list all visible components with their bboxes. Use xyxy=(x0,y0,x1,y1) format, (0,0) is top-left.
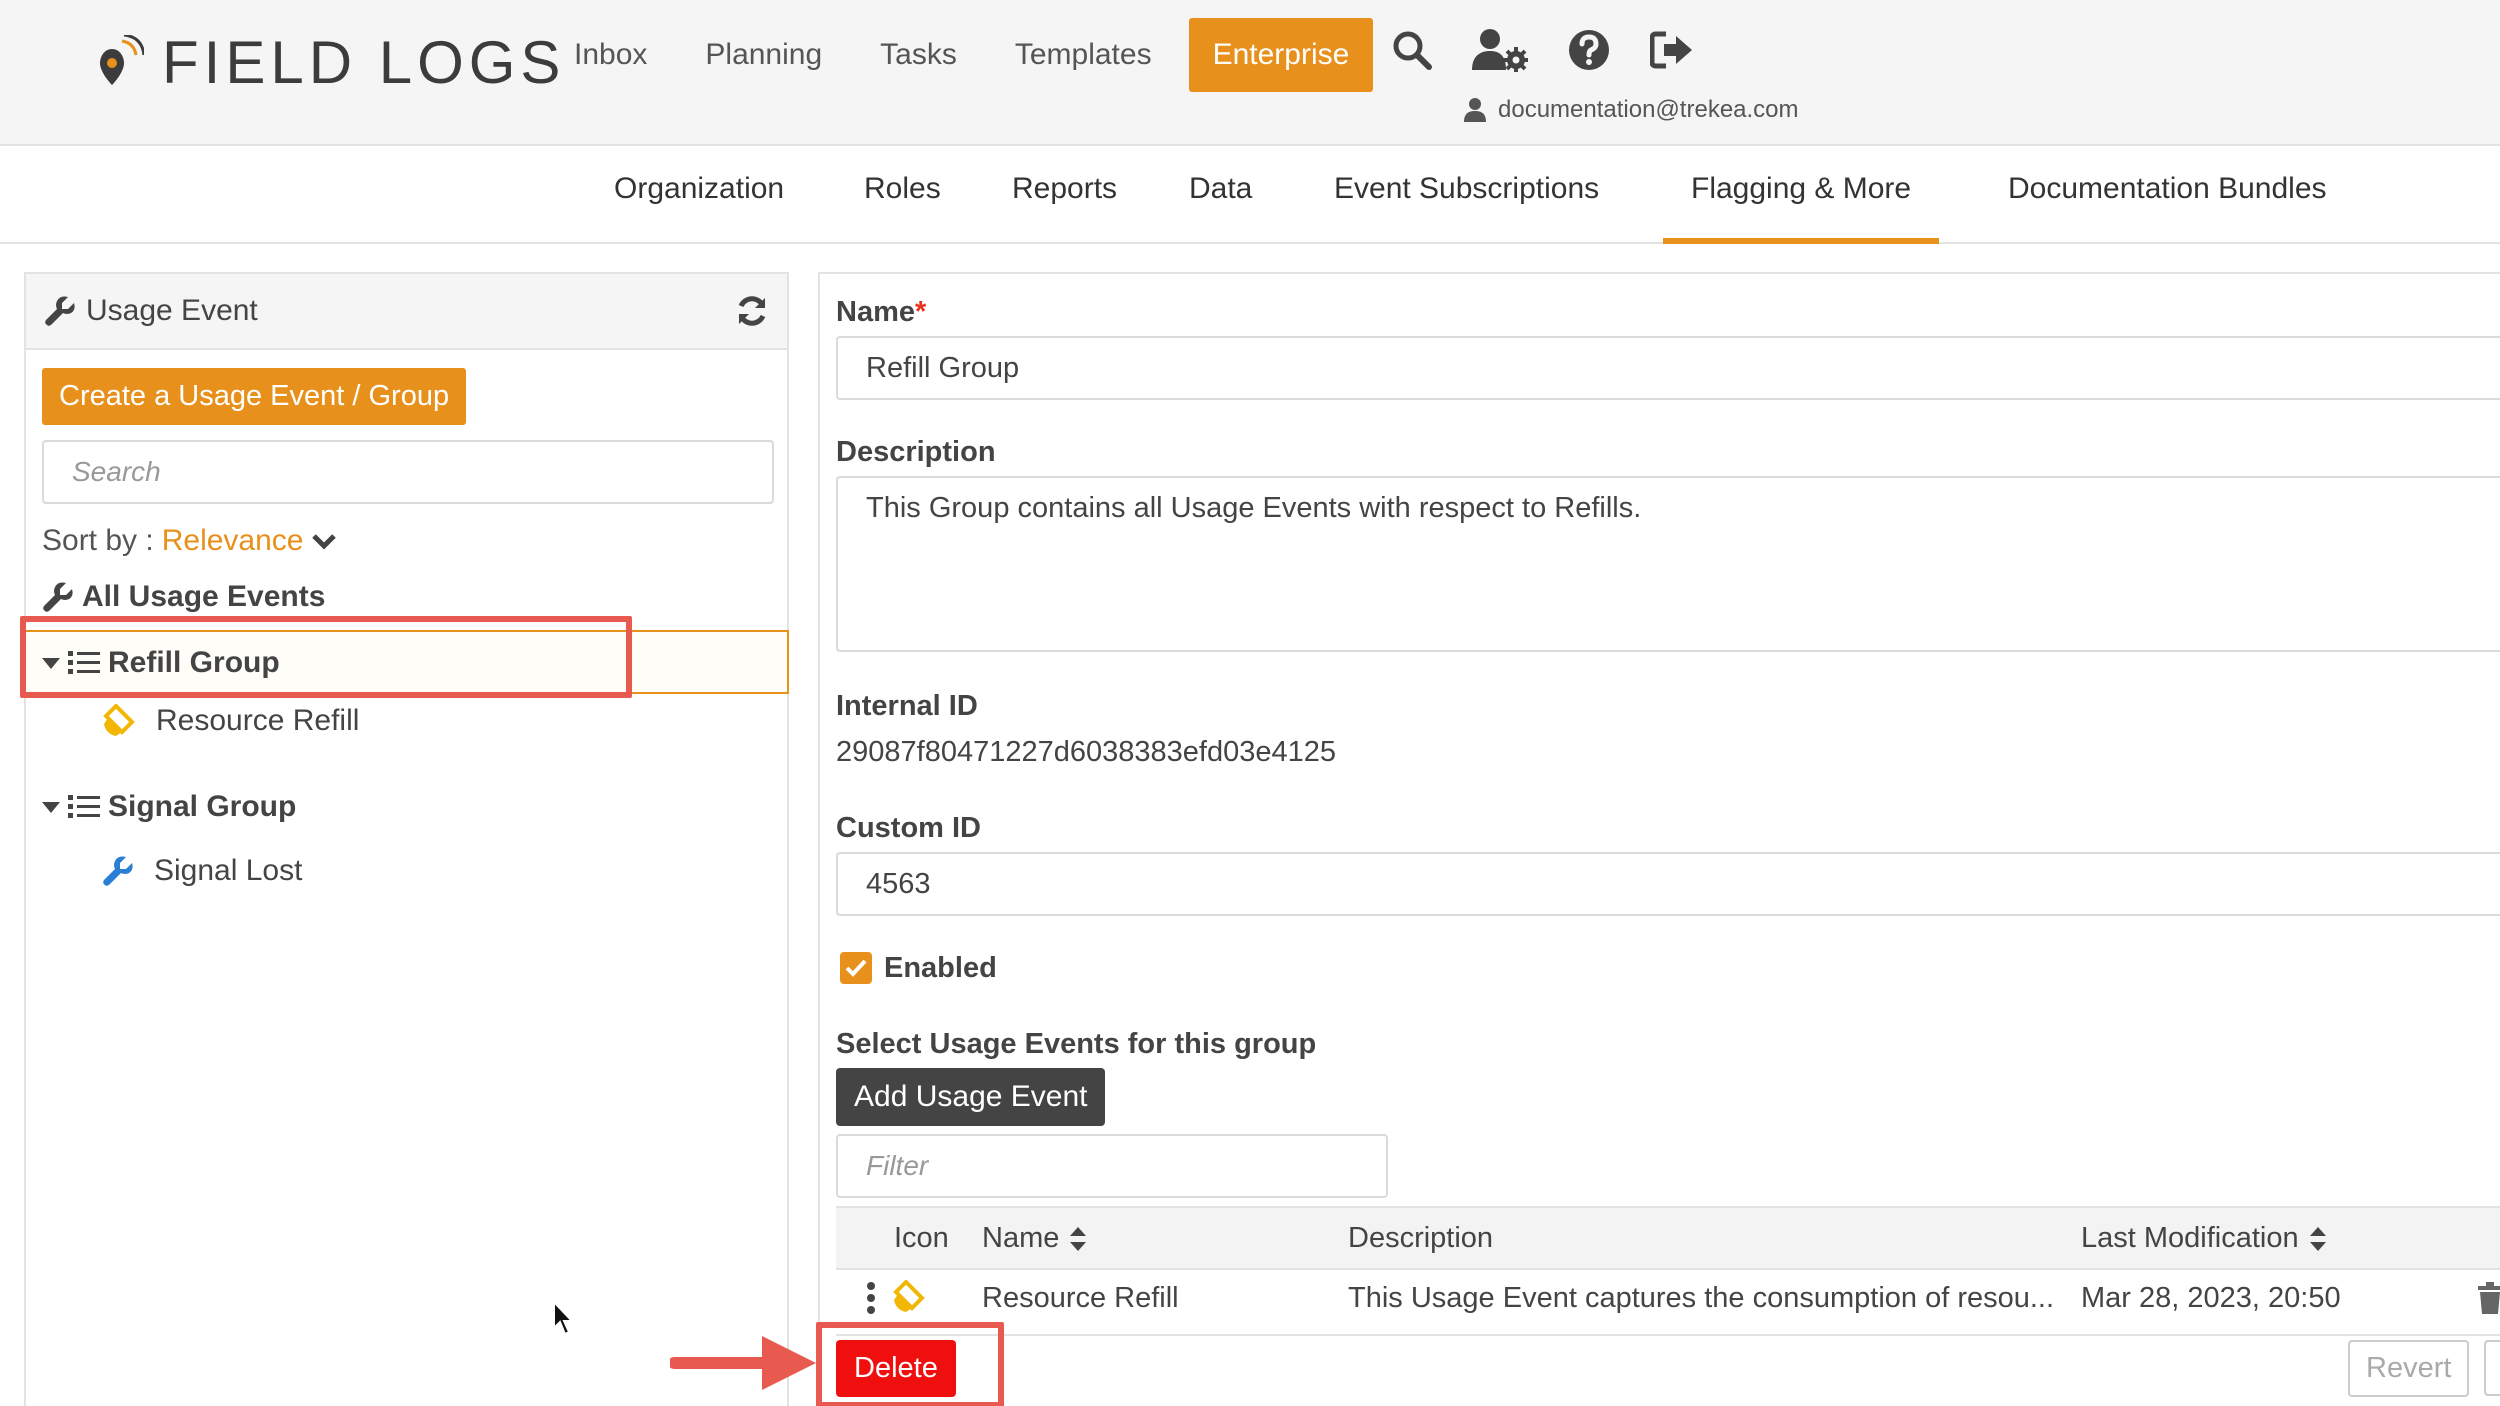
tree-group-signal[interactable]: Signal Group xyxy=(42,790,296,824)
panel-title: Usage Event xyxy=(44,294,258,328)
main-nav: Inbox Planning Tasks Templates Enterpris… xyxy=(545,18,1374,92)
tab-documentation-bundles[interactable]: Documentation Bundles xyxy=(2008,172,2327,244)
chevron-down-icon[interactable] xyxy=(311,531,337,551)
tab-data[interactable]: Data xyxy=(1189,172,1252,244)
tab-organization[interactable]: Organization xyxy=(614,172,784,244)
revert-button[interactable]: Revert xyxy=(2348,1340,2470,1397)
checkmark-icon xyxy=(845,959,867,977)
sub-tabs: Organization Roles Reports Data Event Su… xyxy=(0,148,2500,244)
user-icon xyxy=(1464,98,1486,122)
sort-label: Sort by : xyxy=(42,524,154,557)
table-header: Icon Name Description Last Modification xyxy=(836,1206,2500,1270)
row-modified: Mar 28, 2023, 20:50 xyxy=(2081,1282,2341,1314)
tab-event-subscriptions[interactable]: Event Subscriptions xyxy=(1334,172,1599,244)
tree-item-resource-refill[interactable]: Resource Refill xyxy=(102,704,359,738)
callout-highlight xyxy=(20,616,632,698)
mouse-cursor-icon xyxy=(553,1300,575,1336)
top-bar: FIELD LOGS Inbox Planning Tasks Template… xyxy=(0,0,2500,146)
tab-reports[interactable]: Reports xyxy=(1012,172,1117,244)
more-options-icon[interactable] xyxy=(866,1282,876,1314)
col-description: Description xyxy=(1348,1222,1494,1254)
sort-control[interactable]: Sort by : Relevance xyxy=(42,524,337,558)
user-settings-icon[interactable] xyxy=(1472,28,1528,72)
tab-flagging-and-more[interactable]: Flagging & More xyxy=(1662,172,1940,244)
nav-inbox[interactable]: Inbox xyxy=(545,20,676,90)
refresh-icon[interactable] xyxy=(735,294,769,328)
app-logo[interactable]: FIELD LOGS xyxy=(100,28,565,97)
usage-event-panel: Usage Event Create a Usage Event / Group… xyxy=(20,272,789,1406)
name-input[interactable]: Refill Group xyxy=(836,336,2500,400)
col-name-text: Name xyxy=(982,1222,1060,1254)
filter-input[interactable]: Filter xyxy=(836,1134,1388,1198)
row-name: Resource Refill xyxy=(982,1282,1179,1314)
name-label: Name* xyxy=(836,296,926,329)
delete-callout-highlight xyxy=(816,1322,1004,1406)
save-button-edge[interactable] xyxy=(2484,1340,2500,1396)
enabled-label: Enabled xyxy=(884,952,997,984)
user-info: documentation@trekea.com xyxy=(1464,96,1799,124)
add-usage-event-button[interactable]: Add Usage Event xyxy=(836,1068,1106,1126)
logout-icon[interactable] xyxy=(1650,30,1694,70)
nav-templates[interactable]: Templates xyxy=(986,20,1181,90)
col-icon: Icon xyxy=(894,1222,949,1254)
table-row[interactable]: Resource Refill This Usage Event capture… xyxy=(836,1270,2500,1330)
tree-all-usage-events[interactable]: All Usage Events xyxy=(42,580,325,614)
col-last-modification[interactable]: Last Modification xyxy=(2081,1222,2327,1255)
list-icon xyxy=(68,795,100,818)
create-usage-event-button[interactable]: Create a Usage Event / Group xyxy=(42,368,467,425)
signal-lost-label: Signal Lost xyxy=(154,854,303,887)
trash-icon[interactable] xyxy=(2476,1282,2500,1314)
row-description: This Usage Event captures the consumptio… xyxy=(1348,1282,2055,1314)
select-events-label: Select Usage Events for this group xyxy=(836,1028,1317,1060)
search-icon[interactable] xyxy=(1392,30,1432,70)
col-name[interactable]: Name xyxy=(982,1222,1087,1255)
nav-tasks[interactable]: Tasks xyxy=(851,20,986,90)
custom-id-input[interactable]: 4563 xyxy=(836,852,2500,916)
header-icons xyxy=(1392,28,1694,72)
detail-form: Name* Refill Group Description This Grou… xyxy=(816,272,2500,1406)
user-email: documentation@trekea.com xyxy=(1498,96,1799,123)
wrench-icon xyxy=(43,582,73,612)
panel-title-text: Usage Event xyxy=(86,294,258,327)
signal-group-label: Signal Group xyxy=(108,790,297,823)
internal-id-label: Internal ID xyxy=(836,690,978,722)
tab-roles[interactable]: Roles xyxy=(864,172,941,244)
sort-icon[interactable] xyxy=(1069,1225,1087,1253)
panel-header: Usage Event xyxy=(26,274,787,350)
resource-refill-label: Resource Refill xyxy=(156,704,360,737)
caret-down-icon[interactable] xyxy=(42,800,60,814)
logo-text: FIELD LOGS xyxy=(162,29,566,96)
wrench-icon xyxy=(45,296,75,326)
enabled-checkbox[interactable] xyxy=(840,952,872,984)
resource-refill-icon xyxy=(893,1280,925,1312)
search-input[interactable]: Search xyxy=(42,440,774,504)
name-label-text: Name xyxy=(836,296,915,328)
required-mark: * xyxy=(915,296,927,328)
description-label: Description xyxy=(836,436,996,468)
resource-refill-icon xyxy=(103,704,135,736)
callout-arrow xyxy=(670,1336,816,1390)
table-divider xyxy=(836,1334,2500,1336)
location-pin-icon xyxy=(100,34,144,85)
wrench-icon xyxy=(103,856,133,886)
all-label: All Usage Events xyxy=(82,580,326,613)
help-icon[interactable] xyxy=(1568,29,1610,71)
nav-enterprise[interactable]: Enterprise xyxy=(1188,18,1374,92)
col-last-modification-text: Last Modification xyxy=(2081,1222,2299,1254)
sort-icon[interactable] xyxy=(2309,1225,2327,1253)
internal-id-value: 29087f80471227d6038383efd03e4125 xyxy=(836,736,1336,768)
custom-id-label: Custom ID xyxy=(836,812,981,844)
sort-value[interactable]: Relevance xyxy=(162,524,304,558)
description-textarea[interactable]: This Group contains all Usage Events wit… xyxy=(836,476,2500,652)
tree-item-signal-lost[interactable]: Signal Lost xyxy=(102,854,302,888)
nav-planning[interactable]: Planning xyxy=(676,20,851,90)
